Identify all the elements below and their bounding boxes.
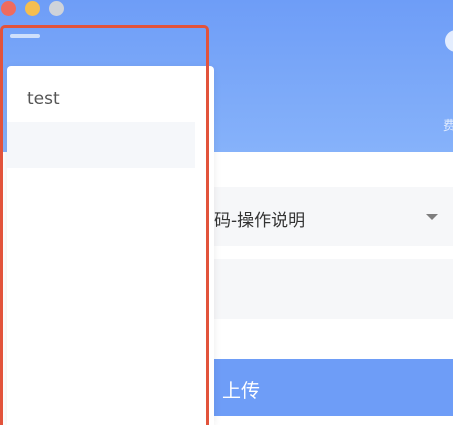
avatar[interactable] bbox=[445, 30, 453, 52]
caret-down-icon bbox=[426, 214, 438, 220]
panel-title-bar-mark bbox=[10, 34, 40, 38]
dropdown-option-label: test bbox=[27, 89, 60, 109]
close-window-button[interactable] bbox=[1, 1, 16, 16]
zoom-window-button[interactable] bbox=[49, 1, 64, 16]
document-select-value: 码-操作说明 bbox=[214, 211, 306, 231]
dropdown-option-hovered[interactable] bbox=[7, 122, 195, 168]
upload-button-label: 上传 bbox=[222, 381, 261, 402]
dropdown-option[interactable]: test bbox=[7, 76, 195, 122]
text-input-field[interactable] bbox=[190, 259, 453, 319]
upload-button[interactable]: 上传 bbox=[190, 359, 453, 416]
window-controls bbox=[1, 1, 64, 16]
document-select[interactable]: 码-操作说明 bbox=[190, 187, 453, 246]
minimize-window-button[interactable] bbox=[25, 1, 40, 16]
header-edge-text: 费 bbox=[443, 119, 453, 134]
dropdown-panel: test bbox=[7, 66, 214, 425]
